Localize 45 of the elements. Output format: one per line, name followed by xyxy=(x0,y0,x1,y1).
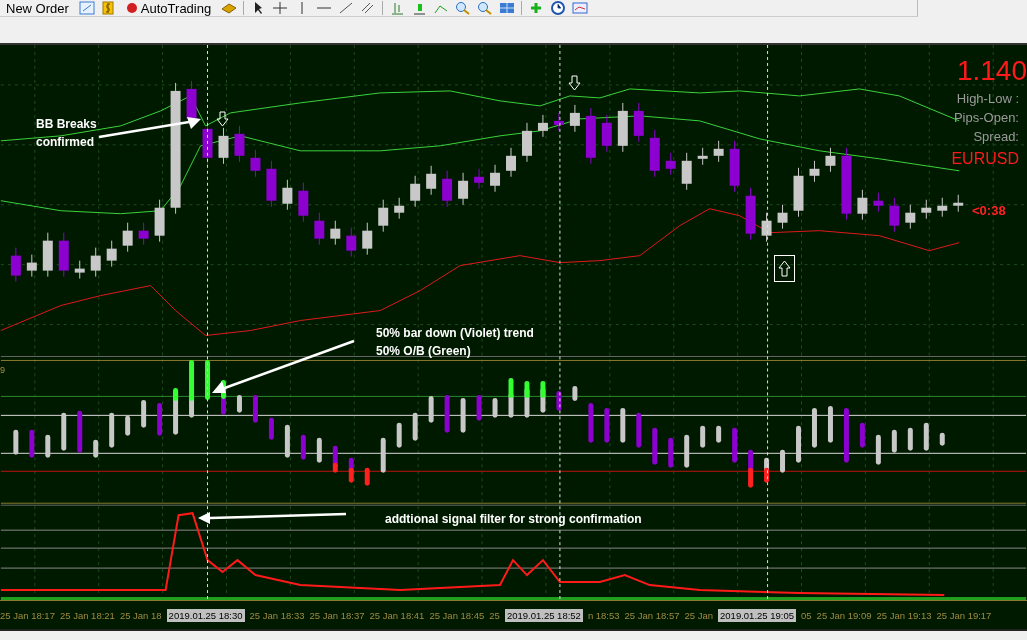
indicator-level-text: 9 xyxy=(0,365,5,375)
annotation-text: BB Breaks confirmed xyxy=(36,116,98,151)
time-label: 25 Jan 18:21 xyxy=(59,609,115,621)
time-label: 25 Jan 19:17 xyxy=(936,609,992,621)
info-label: Pips-Open: xyxy=(953,110,1019,125)
down-arrow-icon xyxy=(216,111,229,127)
dollar-icon[interactable] xyxy=(100,1,117,15)
price-text: 1.140 xyxy=(956,55,1027,87)
crosshair-icon[interactable] xyxy=(272,1,289,15)
time-label: 25 Jan 18:37 xyxy=(309,609,365,621)
time-label: 25 Jan 18:45 xyxy=(429,609,485,621)
clock-icon[interactable] xyxy=(550,1,567,15)
time-label: 25 Jan 18:41 xyxy=(369,609,425,621)
time-label: 25 Jan 18:33 xyxy=(249,609,305,621)
template-icon[interactable] xyxy=(572,1,589,15)
annotation-text: addtional signal filter for strong confirmation xyxy=(385,512,642,526)
info-label: High-Low : xyxy=(956,91,1019,106)
time-label: n 18:53 xyxy=(587,609,620,621)
new-order-button[interactable]: New Order xyxy=(2,0,73,16)
time-label: 25 Jan xyxy=(684,609,714,621)
time-label: 25 Jan 19:09 xyxy=(816,609,872,621)
time-label: 25 xyxy=(489,609,500,621)
expand-icon[interactable] xyxy=(78,1,95,15)
autotrading-button[interactable]: AutoTrading xyxy=(122,0,216,16)
cursor-time-label: 2019.01.25 18:30 xyxy=(166,608,245,622)
tile-windows-icon[interactable] xyxy=(499,1,516,15)
zoom-out-icon[interactable] xyxy=(477,1,494,15)
bar-timer-text: <0:38 xyxy=(972,203,1006,218)
trendline-icon[interactable] xyxy=(338,1,355,15)
time-label: 25 Jan 19:13 xyxy=(876,609,932,621)
time-label: 25 Jan 18:57 xyxy=(624,609,680,621)
annotation-text: 50% O/B (Green) xyxy=(376,344,471,358)
zoom-in-icon[interactable] xyxy=(455,1,472,15)
time-label: 05 xyxy=(801,609,812,621)
info-label: Spread: xyxy=(973,129,1019,144)
candlestick-icon[interactable] xyxy=(411,1,428,15)
book-icon[interactable] xyxy=(221,1,238,15)
bar-chart-icon[interactable] xyxy=(389,1,406,15)
time-label: 25 Jan 18 xyxy=(119,609,162,621)
annotation-text: 50% bar down (Violet) trend xyxy=(376,326,534,340)
down-arrow-icon xyxy=(568,75,581,91)
time-label: 25 Jan 18:17 xyxy=(0,609,55,621)
symbol-text: EURUSD xyxy=(951,150,1019,168)
cursor-time-label: 2019.01.25 19:05 xyxy=(718,608,796,622)
cursor-time-label: 2019.01.25 18:52 xyxy=(504,608,583,622)
